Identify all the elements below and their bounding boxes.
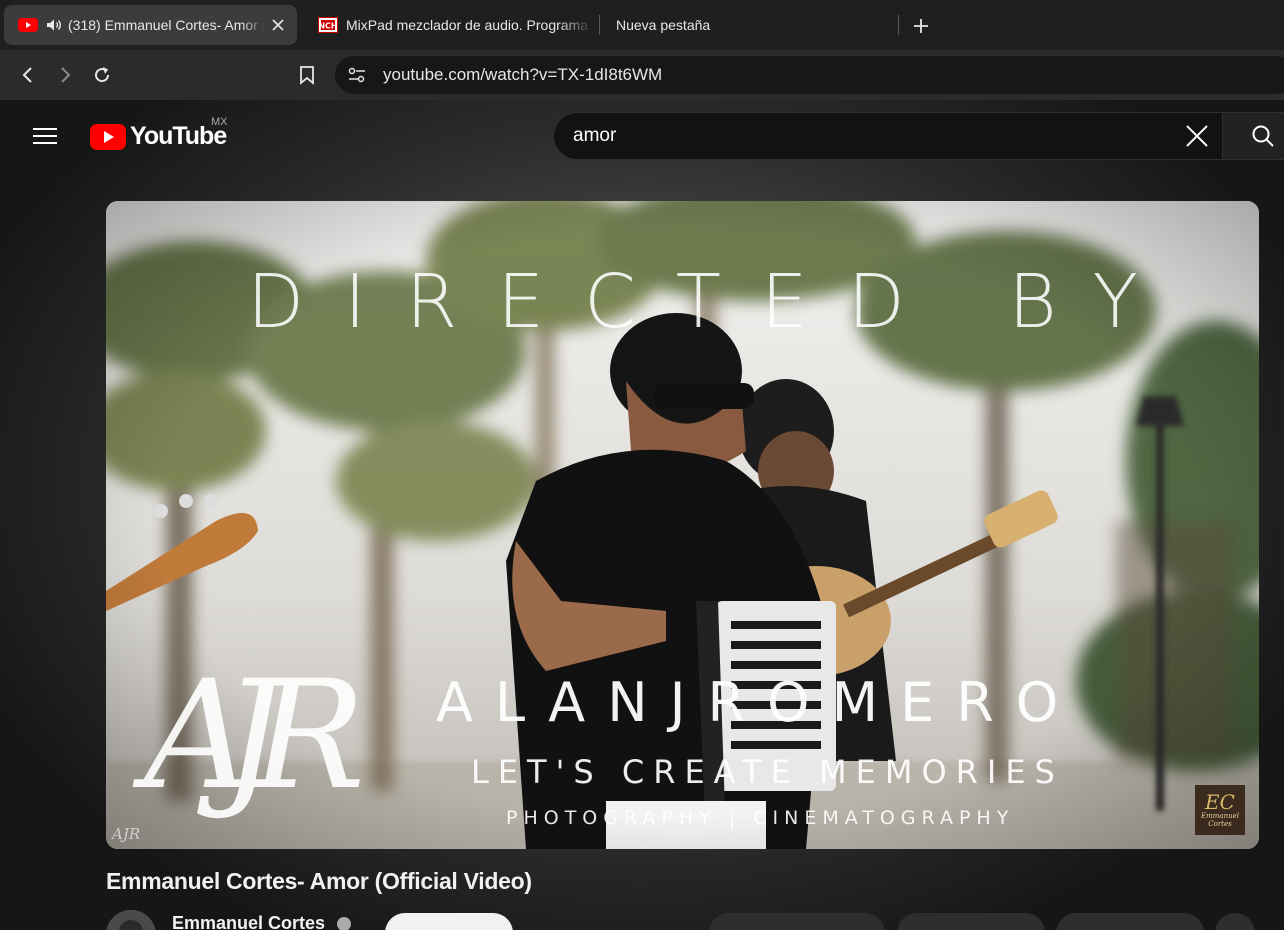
tab-separator — [898, 15, 899, 35]
tab-mixpad[interactable]: NCH MixPad mezclador de audio. Programa — [304, 5, 594, 45]
tab-title: (318) Emmanuel Cortes- Amor (Official Vi… — [68, 17, 265, 33]
tab-title: MixPad mezclador de audio. Programa — [346, 17, 589, 33]
watermark-name: Emmanuel Cortes — [1201, 812, 1239, 828]
video-title: Emmanuel Cortes- Amor (Official Video) — [106, 868, 532, 894]
youtube-masthead: YouTube MX amor — [0, 100, 1284, 172]
youtube-logo[interactable]: YouTube MX — [90, 116, 228, 151]
overlay-services: PHOTOGRAPHY | CINEMATOGRAPHY — [506, 807, 1015, 829]
bookmark-icon — [300, 66, 314, 85]
forward-arrow-icon — [61, 67, 71, 83]
mixpad-favicon-icon: NCH — [318, 15, 338, 35]
overlay-directed-by: DIRECTED BY — [247, 259, 1178, 345]
bookmark-button[interactable] — [292, 60, 322, 90]
like-dislike-button[interactable] — [709, 913, 885, 930]
site-settings-icon[interactable] — [339, 57, 375, 93]
video-player[interactable]: DIRECTED BY AJR ALANJROMERO LET'S CREATE… — [106, 201, 1259, 849]
browser-tab-strip: (318) Emmanuel Cortes- Amor (Official Vi… — [0, 0, 1284, 50]
channel-row: Emmanuel Cortes — [106, 908, 1284, 930]
reload-icon — [95, 67, 110, 83]
plus-icon — [914, 19, 928, 33]
tab-title: Nueva pestaña — [616, 17, 711, 33]
subscribe-button[interactable] — [385, 913, 513, 930]
close-tab-icon[interactable] — [265, 12, 291, 38]
close-icon — [1186, 125, 1208, 147]
forward-button[interactable] — [50, 60, 80, 90]
search-icon — [1252, 125, 1274, 147]
svg-text:NCH: NCH — [318, 22, 337, 31]
back-button[interactable] — [13, 60, 43, 90]
overlay-monogram-logo: AJR — [144, 649, 365, 823]
speaker-audio-icon[interactable] — [46, 15, 62, 35]
clear-search-button[interactable] — [1175, 114, 1219, 158]
tab-separator — [599, 15, 600, 35]
overlay-brand: ALANJROMERO — [436, 671, 1081, 734]
download-button[interactable] — [1056, 913, 1204, 930]
channel-name[interactable]: Emmanuel Cortes — [172, 913, 325, 930]
channel-watermark[interactable]: EC Emmanuel Cortes — [1195, 785, 1245, 835]
browser-toolbar: youtube.com/watch?v=TX-1dI8t6WM — [0, 50, 1284, 100]
tab-youtube[interactable]: (318) Emmanuel Cortes- Amor (Official Vi… — [4, 5, 297, 45]
more-actions-button[interactable] — [1215, 913, 1255, 930]
youtube-play-icon — [90, 123, 126, 150]
reload-button[interactable] — [87, 60, 117, 90]
search-box[interactable]: amor — [553, 112, 1223, 160]
youtube-watch-page: YouTube MX amor DIRECTED BY AJR ALANJROM… — [0, 100, 1284, 930]
url-text: youtube.com/watch?v=TX-1dI8t6WM — [383, 65, 663, 84]
search-input[interactable]: amor — [573, 125, 1175, 147]
search-button[interactable] — [1222, 112, 1284, 160]
channel-avatar[interactable] — [106, 910, 156, 930]
guide-menu-button[interactable] — [28, 120, 62, 152]
share-button[interactable] — [897, 913, 1045, 930]
youtube-favicon-icon — [18, 15, 38, 35]
address-bar[interactable]: youtube.com/watch?v=TX-1dI8t6WM — [335, 56, 1284, 94]
watermark-initials: EC — [1205, 790, 1235, 814]
verified-badge-icon — [337, 917, 351, 930]
back-arrow-icon — [22, 67, 32, 83]
country-code: MX — [211, 116, 228, 128]
new-tab-button[interactable] — [906, 12, 936, 40]
hamburger-icon — [33, 128, 57, 144]
tab-new[interactable]: Nueva pestaña — [602, 5, 892, 45]
corner-watermark: AJR — [112, 825, 141, 843]
overlay-tagline: LET'S CREATE MEMORIES — [471, 753, 1064, 791]
